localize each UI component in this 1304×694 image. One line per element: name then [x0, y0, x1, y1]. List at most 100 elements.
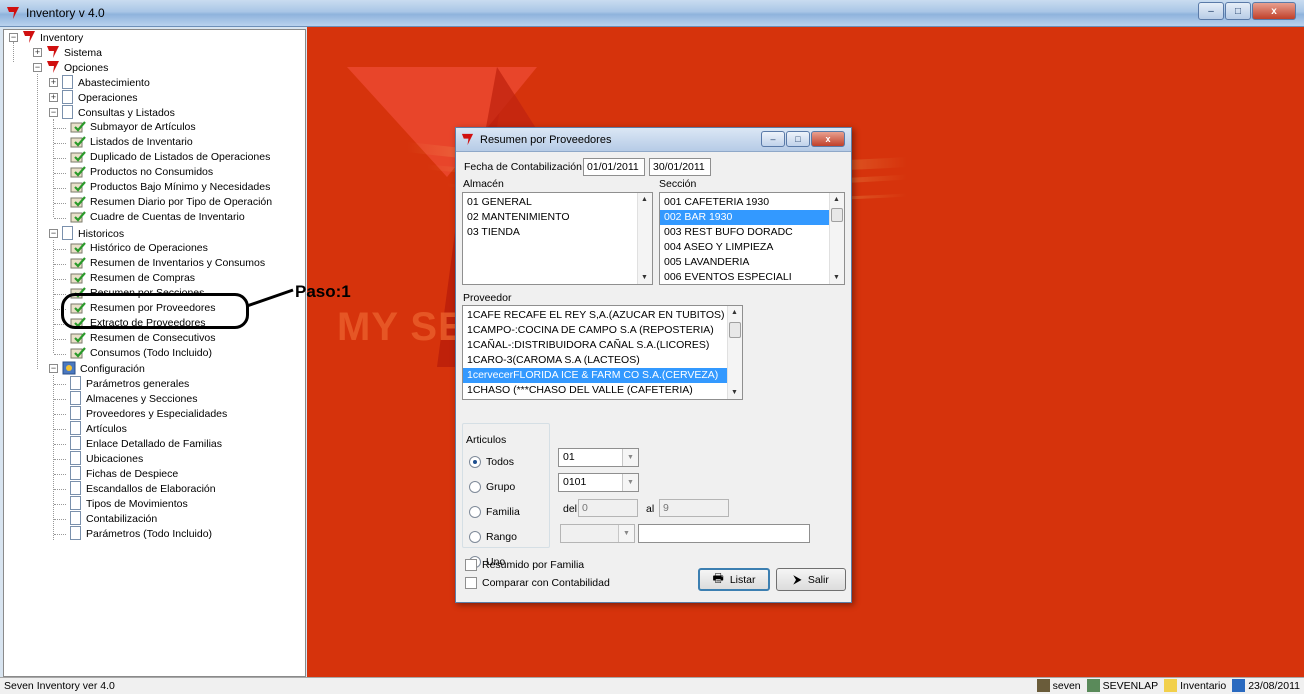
- maximize-button[interactable]: □: [1225, 2, 1251, 20]
- tree-item[interactable]: Almacenes y Secciones: [70, 391, 197, 406]
- tree-item[interactable]: Fichas de Despiece: [70, 466, 178, 481]
- tree-item-inventory[interactable]: Inventory: [22, 30, 83, 45]
- tree-item[interactable]: Artículos: [70, 421, 127, 436]
- scroll-thumb[interactable]: [831, 208, 843, 222]
- tree-item[interactable]: Submayor de Artículos: [70, 120, 196, 135]
- tree-item-historicos[interactable]: Historicos: [62, 226, 124, 241]
- minimize-button[interactable]: –: [1198, 2, 1224, 20]
- scroll-up-icon[interactable]: ▲: [641, 196, 648, 203]
- tree-item[interactable]: Parámetros (Todo Incluido): [70, 526, 212, 541]
- expand-toggle[interactable]: +: [49, 93, 58, 102]
- tree-item-abastecimiento[interactable]: Abastecimiento: [62, 75, 150, 90]
- radio-familia[interactable]: Familia: [469, 506, 520, 518]
- tree-item[interactable]: Proveedores y Especialidades: [70, 406, 227, 421]
- scroll-down-icon[interactable]: ▼: [641, 274, 648, 281]
- window-title: Inventory v 4.0: [26, 6, 105, 20]
- almacen-scrollbar[interactable]: ▲ ▼: [637, 193, 652, 284]
- comparar-checkbox[interactable]: Comparar con Contabilidad: [465, 577, 610, 589]
- fecha-desde-input[interactable]: 01/01/2011: [583, 158, 645, 176]
- list-item[interactable]: 03 TIENDA: [463, 225, 652, 240]
- tree-item[interactable]: Tipos de Movimientos: [70, 496, 188, 511]
- fecha-hasta-input[interactable]: 30/01/2011: [649, 158, 711, 176]
- list-item[interactable]: 1CAÑAL-:DISTRIBUIDORA CAÑAL S.A.(LICORES…: [463, 338, 742, 353]
- tree-item[interactable]: Resumen de Inventarios y Consumos: [70, 256, 265, 271]
- list-item[interactable]: 1cervecerFLORIDA ICE & FARM CO S.A.(CERV…: [463, 368, 742, 383]
- tree-item[interactable]: Histórico de Operaciones: [70, 241, 208, 256]
- radio-label: Todos: [486, 456, 515, 468]
- seccion-scrollbar[interactable]: ▲ ▼: [829, 193, 844, 284]
- tree-item-operaciones[interactable]: Operaciones: [62, 90, 138, 105]
- scroll-up-icon[interactable]: ▲: [833, 196, 840, 203]
- scroll-thumb[interactable]: [729, 322, 741, 338]
- rango-del-input[interactable]: 0: [578, 499, 638, 517]
- list-item[interactable]: 01 GENERAL: [463, 195, 652, 210]
- list-item[interactable]: 004 ASEO Y LIMPIEZA: [660, 240, 844, 255]
- tree-label: Ubicaciones: [86, 453, 144, 465]
- seccion-listbox[interactable]: 001 CAFETERIA 1930 002 BAR 1930 003 REST B…: [659, 192, 845, 285]
- tree-item[interactable]: Enlace Detallado de Familias: [70, 436, 222, 451]
- navigation-tree[interactable]: − Inventory + Sistema − Opciones + Abast…: [3, 29, 306, 677]
- tree-item-consultas[interactable]: Consultas y Listados: [62, 105, 175, 120]
- expand-toggle[interactable]: +: [33, 48, 42, 57]
- scroll-down-icon[interactable]: ▼: [731, 389, 738, 396]
- dialog-minimize-button[interactable]: –: [761, 131, 785, 147]
- tree-item[interactable]: Contabilización: [70, 511, 157, 526]
- uno-select[interactable]: ▼: [560, 524, 635, 543]
- proveedor-scrollbar[interactable]: ▲ ▼: [727, 306, 742, 399]
- list-item[interactable]: 001 CAFETERIA 1930: [660, 195, 844, 210]
- tree-item[interactable]: Resumen de Consecutivos: [70, 331, 215, 346]
- tree-item[interactable]: Productos Bajo Mínimo y Necesidades: [70, 180, 270, 195]
- dialog-controls: – □ x: [760, 131, 845, 147]
- scroll-down-icon[interactable]: ▼: [833, 274, 840, 281]
- grupo-select[interactable]: 01 ▼: [558, 448, 639, 467]
- uno-text-input[interactable]: [638, 524, 810, 543]
- chevron-down-icon[interactable]: ▼: [622, 449, 638, 466]
- tree-item[interactable]: Resumen Diario por Tipo de Operación: [70, 195, 272, 210]
- list-item[interactable]: 1CAFE RECAFE EL REY S,A.(AZUCAR EN TUBIT…: [463, 308, 742, 323]
- radio-rango[interactable]: Rango: [469, 531, 517, 543]
- almacen-listbox[interactable]: 01 GENERAL 02 MANTENIMIENTO 03 TIENDA ▲ ▼: [462, 192, 653, 285]
- expand-toggle[interactable]: +: [49, 78, 58, 87]
- radio-grupo[interactable]: Grupo: [469, 481, 515, 493]
- collapse-toggle[interactable]: −: [49, 108, 58, 117]
- rango-al-input[interactable]: 9: [659, 499, 729, 517]
- collapse-toggle[interactable]: −: [49, 229, 58, 238]
- list-item[interactable]: 1CARO-3(CAROMA S.A (LACTEOS): [463, 353, 742, 368]
- chevron-down-icon[interactable]: ▼: [622, 474, 638, 491]
- status-date: 23/08/2011: [1232, 679, 1300, 692]
- salir-button[interactable]: ⮞ Salir: [776, 568, 846, 591]
- collapse-toggle[interactable]: −: [49, 364, 58, 373]
- list-item[interactable]: 002 BAR 1930: [660, 210, 844, 225]
- list-item[interactable]: 003 REST BUFO DORADC: [660, 225, 844, 240]
- list-item[interactable]: 1CAMPO-:COCINA DE CAMPO S.A (REPOSTERIA): [463, 323, 742, 338]
- tree-item[interactable]: Cuadre de Cuentas de Inventario: [70, 210, 245, 225]
- tree-item[interactable]: Resumen de Compras: [70, 271, 195, 286]
- listar-button[interactable]: 🖶 Listar: [698, 568, 770, 591]
- tree-item[interactable]: Productos no Consumidos: [70, 165, 213, 180]
- tree-item[interactable]: Duplicado de Listados de Operaciones: [70, 150, 270, 165]
- tree-item-sistema[interactable]: Sistema: [46, 45, 102, 60]
- close-button[interactable]: x: [1252, 2, 1296, 20]
- radio-todos[interactable]: Todos: [469, 456, 514, 468]
- collapse-toggle[interactable]: −: [33, 63, 42, 72]
- proveedor-listbox[interactable]: 1CAFE RECAFE EL REY S,A.(AZUCAR EN TUBIT…: [462, 305, 743, 400]
- tree-item[interactable]: Consumos (Todo Incluido): [70, 346, 212, 361]
- list-item[interactable]: 02 MANTENIMIENTO: [463, 210, 652, 225]
- tree-item-opciones[interactable]: Opciones: [46, 60, 108, 75]
- resumido-checkbox[interactable]: Resumido por Familia: [465, 559, 584, 571]
- list-item[interactable]: 1CHASO (***CHASO DEL VALLE (CAFETERIA): [463, 383, 742, 398]
- chevron-down-icon[interactable]: ▼: [618, 525, 634, 542]
- tree-item[interactable]: Ubicaciones: [70, 451, 143, 466]
- familia-select[interactable]: 0101 ▼: [558, 473, 639, 492]
- dialog-close-button[interactable]: x: [811, 131, 845, 147]
- collapse-toggle[interactable]: −: [9, 33, 18, 42]
- list-item[interactable]: 005 LAVANDERIA: [660, 255, 844, 270]
- tree-item[interactable]: Escandallos de Elaboración: [70, 481, 216, 496]
- dialog-maximize-button[interactable]: □: [786, 131, 810, 147]
- scroll-up-icon[interactable]: ▲: [731, 309, 738, 316]
- tree-item[interactable]: Listados de Inventario: [70, 135, 193, 150]
- tree-item-configuracion[interactable]: Configuración: [62, 361, 145, 376]
- tree-item[interactable]: Parámetros generales: [70, 376, 189, 391]
- list-item[interactable]: 006 EVENTOS ESPECIALI: [660, 270, 844, 284]
- tree-line: [54, 173, 66, 174]
